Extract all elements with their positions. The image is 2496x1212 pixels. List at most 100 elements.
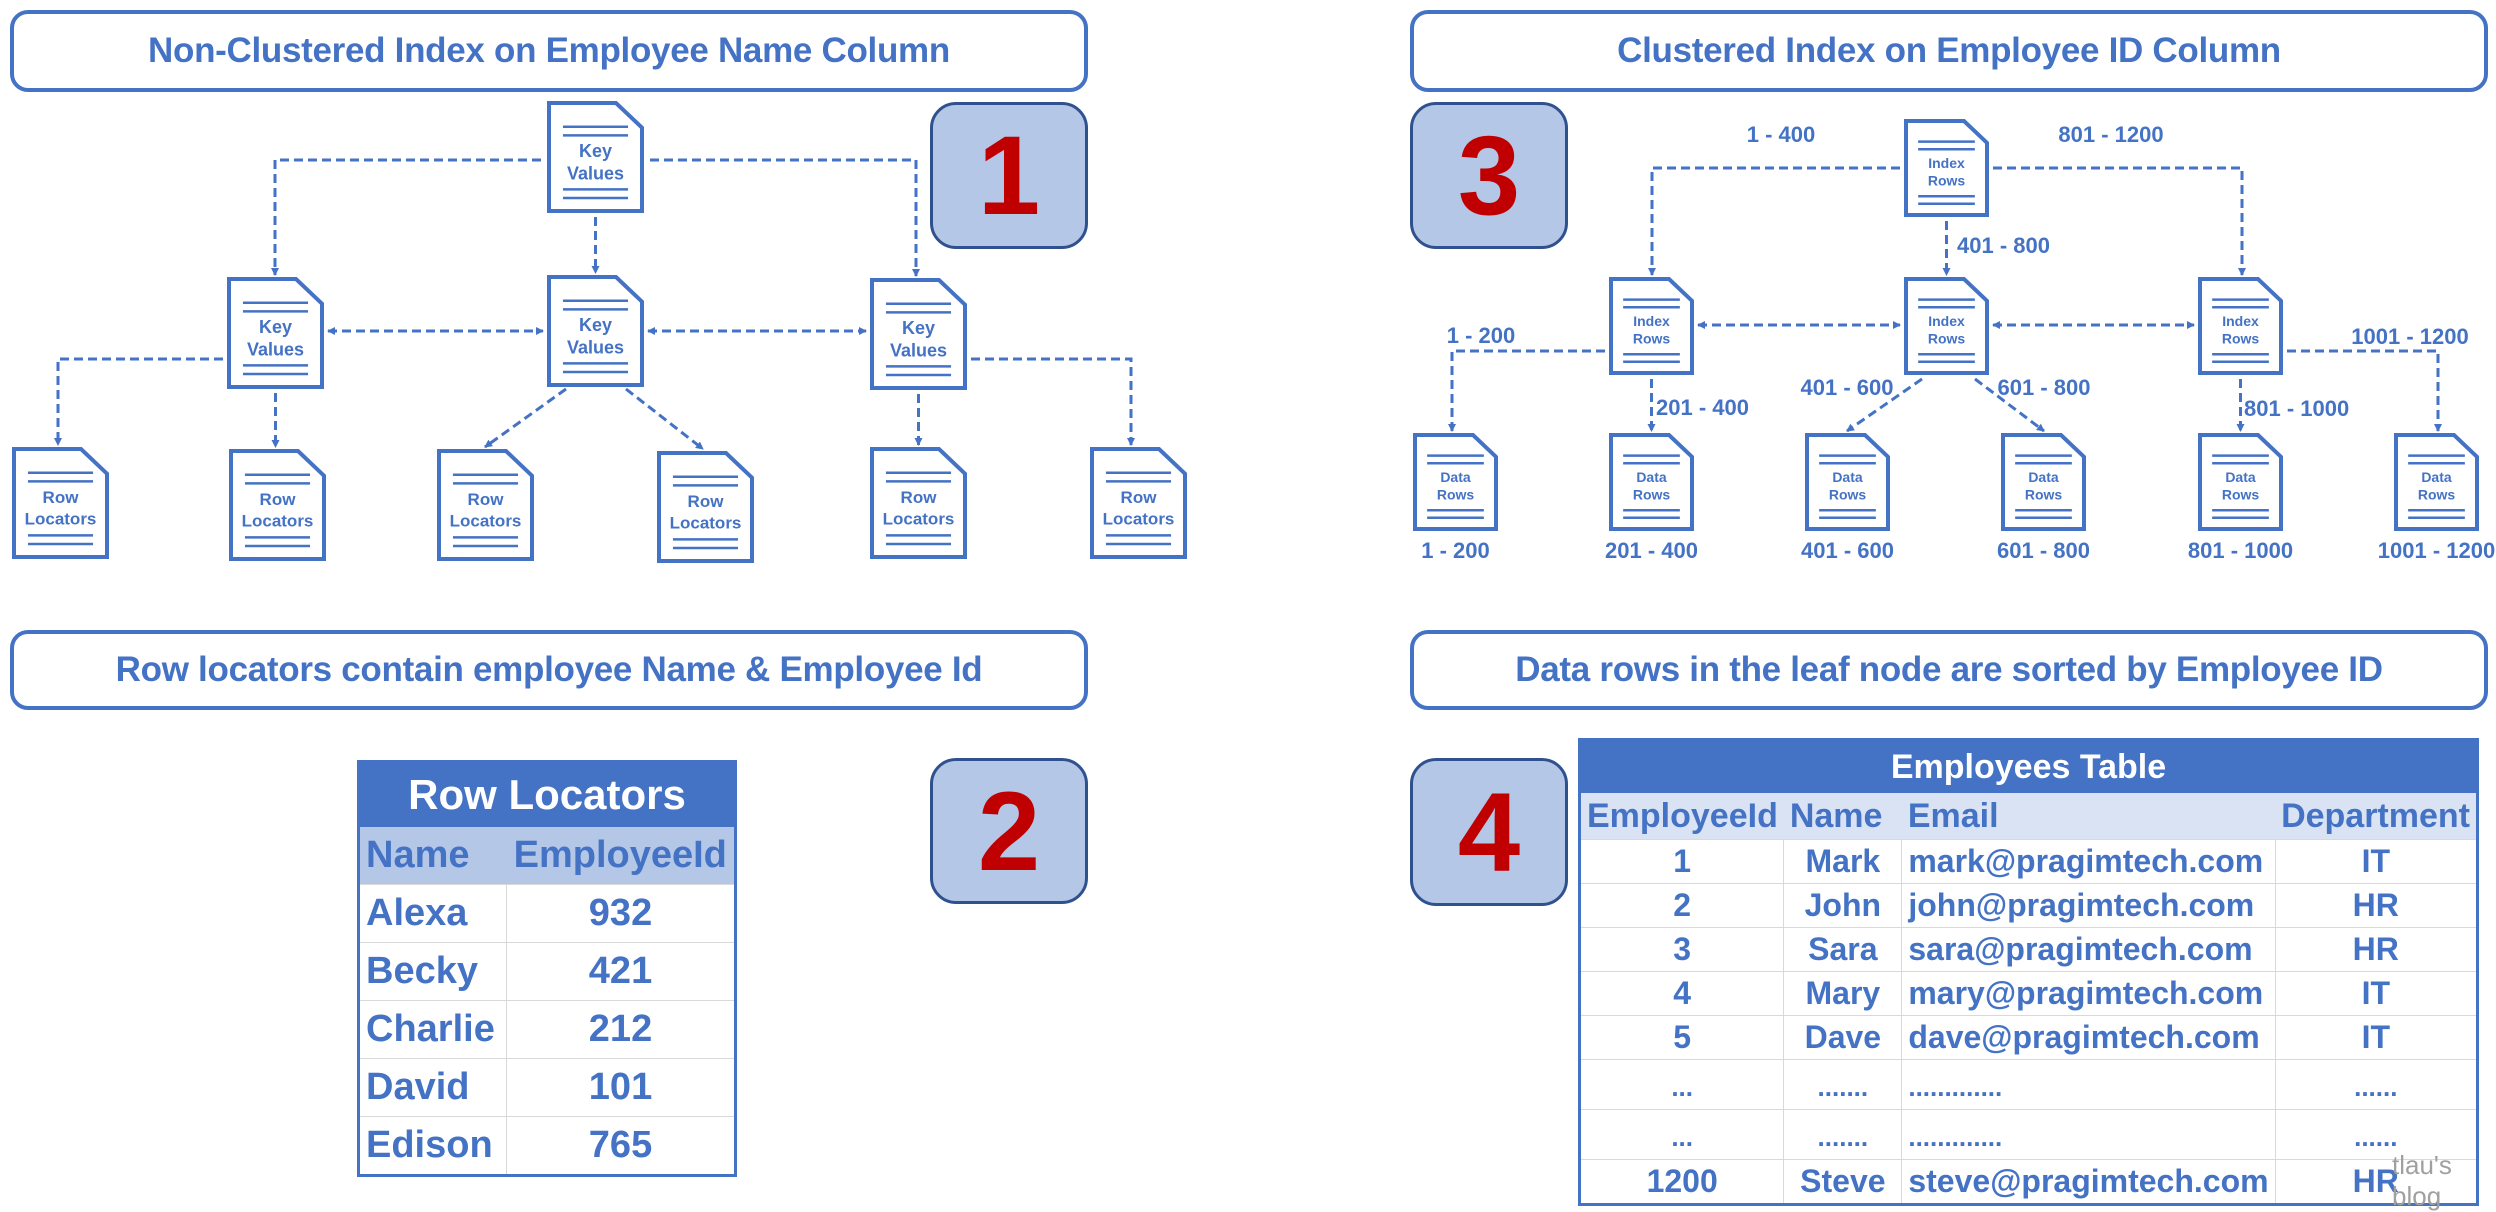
leaf-node: Row Locators xyxy=(12,447,109,559)
cell-employee-id: 1 xyxy=(1579,839,1785,884)
column-header-name: Name xyxy=(358,827,507,885)
connector xyxy=(625,387,704,451)
cell-name: David xyxy=(358,1058,507,1117)
table-row: David 101 xyxy=(358,1058,736,1117)
cell-employee-id: 3 xyxy=(1579,927,1785,972)
node-label-line1: Key xyxy=(259,317,292,337)
node-label-line1: Key xyxy=(579,315,612,335)
cell-department: IT xyxy=(2275,971,2478,1016)
connector xyxy=(650,158,920,277)
cell-department: IT xyxy=(2275,1015,2478,1060)
node-label-line1: Row xyxy=(468,490,505,509)
edge-label: 601 - 800 xyxy=(1998,375,2091,400)
cell-name: Dave xyxy=(1783,1015,1903,1060)
cell-employee-id: ... xyxy=(1579,1109,1785,1160)
cell-name: John xyxy=(1783,883,1903,928)
cell-employee-id: 212 xyxy=(506,1000,736,1059)
cell-name: ....... xyxy=(1783,1109,1903,1160)
cell-name: Becky xyxy=(358,942,507,1001)
node-label-line2: Locators xyxy=(242,511,314,530)
leaf-node: Data Rows xyxy=(1805,433,1890,531)
table-row: Charlie 212 xyxy=(358,1000,736,1059)
table-row: 3 Sara sara@pragimtech.com HR xyxy=(1579,927,2478,972)
column-header-department: Department xyxy=(2275,793,2478,840)
node-label-line2: Rows xyxy=(1829,487,1867,503)
cell-name: Edison xyxy=(358,1116,507,1176)
node-label-line1: Index xyxy=(1928,313,1965,329)
table-row: Edison 765 xyxy=(358,1116,736,1176)
leaf-node: Data Rows xyxy=(2001,433,2086,531)
node-label-line2: Rows xyxy=(1928,331,1966,347)
leaf-range-label: 801 - 1000 xyxy=(2188,538,2293,563)
cell-email: john@pragimtech.com xyxy=(1901,883,2276,928)
node-label-line1: Row xyxy=(43,488,80,507)
connector xyxy=(484,387,567,449)
node-label-line2: Rows xyxy=(1437,487,1475,503)
leaf-node: Data Rows xyxy=(2198,433,2283,531)
connector xyxy=(1993,166,2246,276)
table-row: Becky 421 xyxy=(358,942,736,1001)
node-label-line2: Locators xyxy=(1103,509,1175,528)
cell-email: ............. xyxy=(1901,1059,2276,1110)
leaf-range-label: 401 - 600 xyxy=(1801,538,1894,563)
node-label-line1: Row xyxy=(688,492,725,511)
node-label-line1: Key xyxy=(902,318,935,338)
table-row: 1 Mark mark@pragimtech.com IT xyxy=(1579,839,2478,884)
row-locators-table-title: Row Locators xyxy=(358,761,736,827)
cell-employee-id: 421 xyxy=(506,942,736,1001)
intermediate-node: Index Rows xyxy=(2198,277,2283,375)
cell-name: Alexa xyxy=(358,884,507,943)
intermediate-node: Key Values xyxy=(547,275,644,387)
leaf-node: Row Locators xyxy=(1090,447,1187,559)
node-label-line1: Data xyxy=(1636,469,1667,485)
intermediate-node: Index Rows xyxy=(1609,277,1694,375)
leaf-node: Row Locators xyxy=(437,449,534,561)
edge-label: 1001 - 1200 xyxy=(2351,324,2468,349)
cell-email: sara@pragimtech.com xyxy=(1901,927,2276,972)
cell-department: HR xyxy=(2275,927,2478,972)
leaf-range-label: 1001 - 1200 xyxy=(2378,538,2495,563)
node-label-line1: Row xyxy=(260,490,297,509)
leaf-node: Data Rows xyxy=(2394,433,2479,531)
cell-employee-id: 5 xyxy=(1579,1015,1785,1060)
node-label-line1: Row xyxy=(1121,488,1158,507)
leaf-node: Row Locators xyxy=(229,449,326,561)
cell-employee-id: 101 xyxy=(506,1058,736,1117)
cell-name: Mark xyxy=(1783,839,1903,884)
leaf-range-label: 601 - 800 xyxy=(1997,538,2090,563)
tree-nodes: Key Values Key Values Key Values Key Values Row L… xyxy=(12,101,2479,563)
column-header-employee-id: EmployeeId xyxy=(1579,793,1784,840)
node-label-line1: Row xyxy=(901,488,938,507)
cell-employee-id: 4 xyxy=(1579,971,1785,1016)
leaf-node: Row Locators xyxy=(657,451,754,563)
connector xyxy=(54,357,223,446)
edge-label: 401 - 600 xyxy=(1801,375,1894,400)
node-label-line1: Data xyxy=(1832,469,1863,485)
node-label-line1: Data xyxy=(2225,469,2256,485)
column-header-email: Email xyxy=(1901,793,2276,840)
cell-name: ....... xyxy=(1783,1059,1903,1110)
node-label-line2: Rows xyxy=(2418,487,2456,503)
node-label-line2: Locators xyxy=(25,509,97,528)
connector xyxy=(271,158,541,276)
edge-label: 401 - 800 xyxy=(1957,233,2050,258)
node-label-line1: Data xyxy=(2028,469,2059,485)
node-label-line1: Data xyxy=(1440,469,1471,485)
node-label-line1: Key xyxy=(579,141,612,161)
table-row: Alexa 932 xyxy=(358,884,736,943)
edge-label: 1 - 200 xyxy=(1447,323,1516,348)
leaf-node: Data Rows xyxy=(1609,433,1694,531)
edge-label: 1 - 400 xyxy=(1747,122,1816,147)
node-label-line2: Locators xyxy=(883,509,955,528)
intermediate-node: Key Values xyxy=(870,278,967,390)
column-header-name: Name xyxy=(1783,793,1902,840)
node-label-line2: Rows xyxy=(1928,173,1966,189)
cell-email: mark@pragimtech.com xyxy=(1901,839,2276,884)
node-label-line2: Rows xyxy=(2222,331,2260,347)
table-row: ............................. xyxy=(1579,1059,2478,1110)
leaf-range-label: 1 - 200 xyxy=(1421,538,1490,563)
node-label-line1: Index xyxy=(1928,155,1965,171)
leaf-node: Row Locators xyxy=(870,447,967,559)
employees-table: Employees Table EmployeeId Name Email De… xyxy=(1578,738,2479,1206)
cell-employee-id: 1200 xyxy=(1579,1159,1785,1205)
